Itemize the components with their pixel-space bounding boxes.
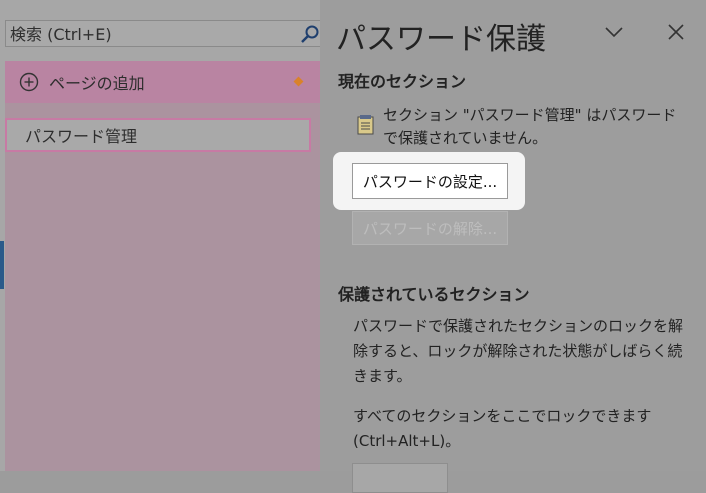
sections-panel: ページの追加 パスワード管理: [0, 0, 323, 471]
page-list: ページの追加 パスワード管理: [5, 61, 320, 471]
search-box[interactable]: [5, 20, 323, 47]
close-icon[interactable]: [664, 20, 688, 44]
add-page-label: ページの追加: [49, 74, 145, 93]
description-line-3: きます。: [353, 367, 412, 385]
page-item[interactable]: パスワード管理: [5, 118, 311, 152]
search-icon[interactable]: [300, 24, 320, 44]
set-password-button[interactable]: パスワードの設定...: [352, 163, 508, 199]
edge-marker: [0, 241, 4, 289]
section-icon: [357, 115, 374, 135]
lock-all-button[interactable]: [352, 463, 448, 493]
description-line-1: パスワードで保護されたセクションのロックを解: [353, 317, 684, 335]
diamond-icon: [293, 76, 304, 87]
status-line-1: セクション "パスワード管理" はパスワード: [383, 106, 677, 124]
lock-all-description: すべてのセクションをここでロックできます (Ctrl+Alt+L)。: [353, 404, 698, 454]
protection-status: セクション "パスワード管理" はパスワード で保護されていません。: [383, 104, 683, 150]
search-input[interactable]: [10, 23, 290, 45]
protected-sections-heading: 保護されているセクション: [338, 285, 530, 304]
remove-password-button: パスワードの解除...: [352, 211, 508, 245]
current-section-heading: 現在のセクション: [338, 72, 467, 91]
description-line-2: 除すると、ロックが解除された状態がしばらく続: [353, 342, 683, 360]
lock-all-line-1: すべてのセクションをここでロックできます: [353, 407, 652, 425]
password-protection-pane: パスワード保護 現在のセクション セクション "パスワード管理" はパスワード …: [320, 0, 706, 493]
unlock-description: パスワードで保護されたセクションのロックを解 除すると、ロックが解除された状態が…: [353, 314, 698, 389]
chevron-down-icon[interactable]: [602, 20, 626, 44]
plus-circle-icon: [19, 72, 39, 92]
lock-all-line-2: (Ctrl+Alt+L)。: [353, 432, 461, 450]
add-page-button[interactable]: ページの追加: [5, 61, 320, 103]
pane-title: パスワード保護: [336, 22, 546, 57]
status-line-2: で保護されていません。: [383, 129, 548, 147]
page-item-label: パスワード管理: [25, 127, 138, 146]
